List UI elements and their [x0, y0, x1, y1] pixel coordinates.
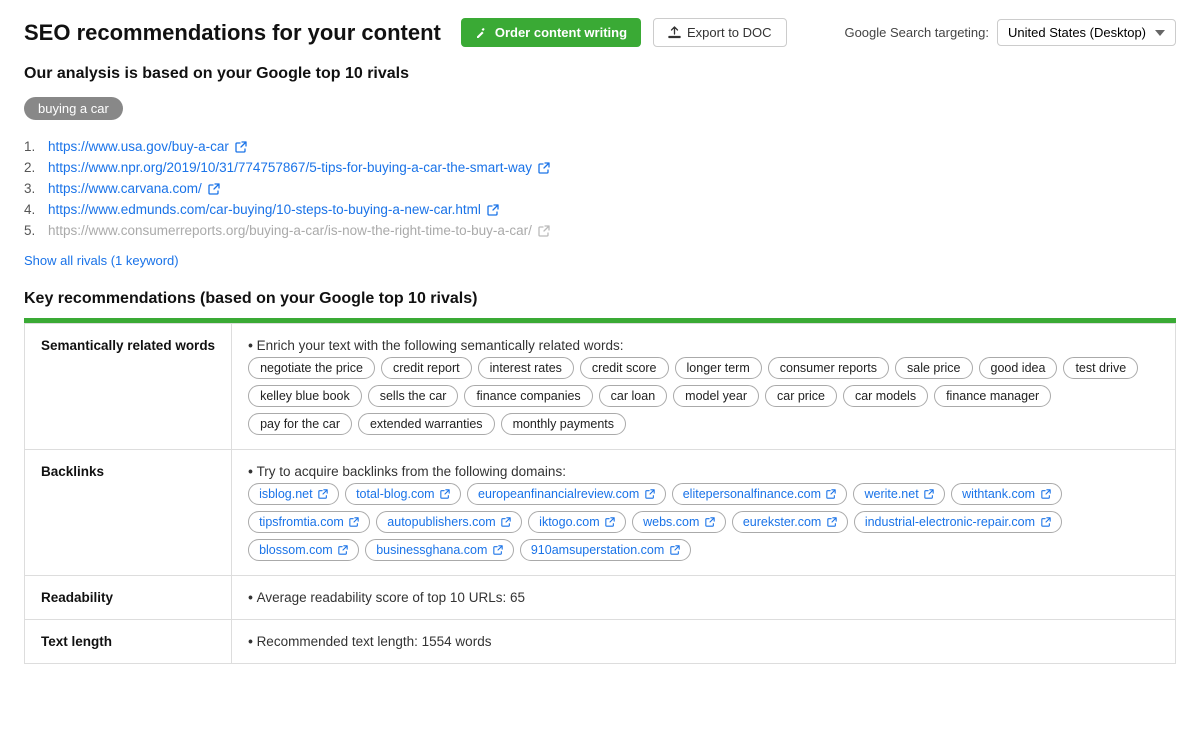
- rival-url[interactable]: https://www.carvana.com/: [48, 181, 202, 196]
- external-link-icon: [538, 162, 550, 174]
- external-link-icon: [208, 183, 220, 195]
- word-tag: car models: [843, 385, 928, 407]
- word-tag: good idea: [979, 357, 1058, 379]
- rival-url[interactable]: https://www.consumerreports.org/buying-a…: [48, 223, 532, 238]
- targeting-area: Google Search targeting: United States (…: [844, 19, 1176, 46]
- row-intro: Try to acquire backlinks from the follow…: [248, 464, 566, 479]
- analysis-subtitle: Our analysis is based on your Google top…: [24, 65, 1176, 83]
- row-text: Average readability score of top 10 URLs…: [248, 590, 1159, 605]
- backlink-tag[interactable]: tipsfromtia.com: [248, 511, 370, 533]
- rival-url[interactable]: https://www.usa.gov/buy-a-car: [48, 139, 229, 154]
- backlink-tag[interactable]: businessghana.com: [365, 539, 514, 561]
- row-label: Semantically related words: [25, 323, 232, 449]
- row-label: Text length: [25, 619, 232, 663]
- rival-item: 2. https://www.npr.org/2019/10/31/7747578…: [24, 157, 1176, 178]
- external-link-icon: [235, 141, 247, 153]
- word-tag: kelley blue book: [248, 385, 362, 407]
- backlink-tag[interactable]: europeanfinancialreview.com: [467, 483, 666, 505]
- backlink-tag[interactable]: isblog.net: [248, 483, 339, 505]
- upload-icon: [668, 26, 681, 39]
- rival-item: 4. https://www.edmunds.com/car-buying/10-…: [24, 199, 1176, 220]
- backlink-tag[interactable]: autopublishers.com: [376, 511, 522, 533]
- row-content: Recommended text length: 1554 words: [232, 619, 1176, 663]
- word-tag: car loan: [599, 385, 667, 407]
- table-row: Semantically related words Enrich your te…: [25, 323, 1176, 449]
- rival-item: 5. https://www.consumerreports.org/buying…: [24, 220, 1176, 241]
- word-tag: car price: [765, 385, 837, 407]
- word-tag: finance manager: [934, 385, 1051, 407]
- word-tag: monthly payments: [501, 413, 626, 435]
- row-content: Average readability score of top 10 URLs…: [232, 575, 1176, 619]
- targeting-label: Google Search targeting:: [844, 25, 989, 40]
- table-row: Readability Average readability score of …: [25, 575, 1176, 619]
- rival-item: 1. https://www.usa.gov/buy-a-car: [24, 136, 1176, 157]
- rivals-list: 1. https://www.usa.gov/buy-a-car 2. https:/…: [24, 136, 1176, 241]
- keyword-tag: buying a car: [24, 97, 123, 120]
- export-doc-button[interactable]: Export to DOC: [653, 18, 787, 47]
- word-tag: sells the car: [368, 385, 459, 407]
- row-content: Try to acquire backlinks from the follow…: [232, 449, 1176, 575]
- word-tag: test drive: [1063, 357, 1138, 379]
- word-tag: consumer reports: [768, 357, 889, 379]
- backlink-tag[interactable]: withtank.com: [951, 483, 1061, 505]
- word-tag: sale price: [895, 357, 973, 379]
- rival-num: 5.: [24, 223, 40, 238]
- show-all-rivals-link[interactable]: Show all rivals (1 keyword): [24, 253, 179, 268]
- order-content-button[interactable]: Order content writing: [461, 18, 641, 47]
- rival-url[interactable]: https://www.edmunds.com/car-buying/10-st…: [48, 202, 481, 217]
- table-row: Text length Recommended text length: 1554…: [25, 619, 1176, 663]
- backlink-tag[interactable]: blossom.com: [248, 539, 359, 561]
- backlink-tag[interactable]: werite.net: [853, 483, 945, 505]
- backlink-tag-row: isblog.net total-blog.com europeanfinanc…: [248, 483, 1159, 561]
- row-label: Readability: [25, 575, 232, 619]
- edit-icon: [475, 26, 489, 40]
- backlink-tag[interactable]: webs.com: [632, 511, 726, 533]
- rival-num: 3.: [24, 181, 40, 196]
- external-link-icon: [538, 225, 550, 237]
- rival-num: 1.: [24, 139, 40, 154]
- backlink-tag[interactable]: 910amsuperstation.com: [520, 539, 691, 561]
- word-tag: extended warranties: [358, 413, 495, 435]
- recommendations-section-title: Key recommendations (based on your Googl…: [24, 290, 1176, 320]
- rival-item: 3. https://www.carvana.com/: [24, 178, 1176, 199]
- table-row: Backlinks Try to acquire backlinks from t…: [25, 449, 1176, 575]
- rival-num: 2.: [24, 160, 40, 175]
- backlink-tag[interactable]: total-blog.com: [345, 483, 461, 505]
- page-title: SEO recommendations for your content: [24, 20, 441, 46]
- row-intro: Enrich your text with the following sema…: [248, 338, 623, 353]
- backlink-tag[interactable]: industrial-electronic-repair.com: [854, 511, 1062, 533]
- word-tag: longer term: [675, 357, 762, 379]
- targeting-select[interactable]: United States (Desktop): [997, 19, 1176, 46]
- row-text: Recommended text length: 1554 words: [248, 634, 1159, 649]
- rival-url[interactable]: https://www.npr.org/2019/10/31/774757867…: [48, 160, 532, 175]
- word-tag: negotiate the price: [248, 357, 375, 379]
- backlink-tag[interactable]: iktogo.com: [528, 511, 626, 533]
- row-label: Backlinks: [25, 449, 232, 575]
- word-tag: credit score: [580, 357, 669, 379]
- tag-row: negotiate the price credit report interest…: [248, 357, 1159, 435]
- word-tag: pay for the car: [248, 413, 352, 435]
- word-tag: model year: [673, 385, 759, 407]
- backlink-tag[interactable]: elitepersonalfinance.com: [672, 483, 848, 505]
- header: SEO recommendations for your content Ord…: [24, 18, 1176, 47]
- word-tag: credit report: [381, 357, 472, 379]
- external-link-icon: [487, 204, 499, 216]
- backlink-tag[interactable]: eurekster.com: [732, 511, 848, 533]
- rival-num: 4.: [24, 202, 40, 217]
- word-tag: finance companies: [464, 385, 592, 407]
- word-tag: interest rates: [478, 357, 574, 379]
- recommendations-table: Semantically related words Enrich your te…: [24, 323, 1176, 664]
- row-content: Enrich your text with the following sema…: [232, 323, 1176, 449]
